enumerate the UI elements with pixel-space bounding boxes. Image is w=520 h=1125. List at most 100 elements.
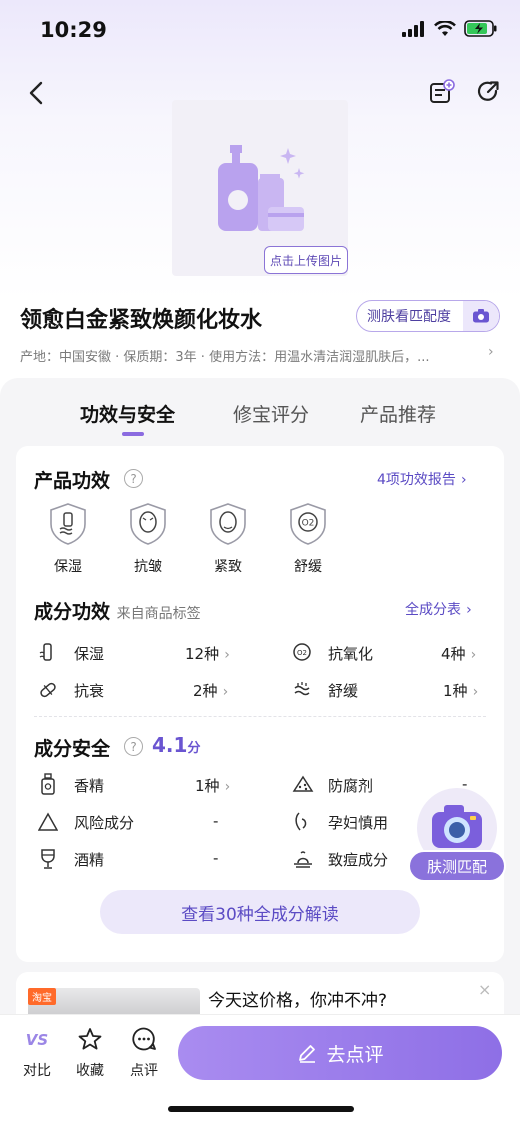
- efficacy-label: 抗皱: [134, 559, 162, 575]
- preservative-icon: [292, 775, 314, 792]
- safety-row-label: 风险成分: [74, 814, 135, 832]
- svg-text:O2: O2: [297, 649, 307, 657]
- floating-skin-test-button[interactable]: 肤测匹配: [408, 850, 506, 882]
- safety-row-value: -: [213, 812, 219, 830]
- efficacy-label: 紧致: [214, 559, 242, 575]
- product-meta[interactable]: 产地：中国安徽 · 保质期：3年 · 使用方法：用温水清洁润湿肌肤后，...: [20, 346, 429, 365]
- efficacy-title: 产品功效: [34, 470, 111, 492]
- ingredient-row-label: 抗氧化: [328, 645, 374, 663]
- star-icon: [78, 1028, 102, 1050]
- write-review-button[interactable]: 去点评: [178, 1026, 502, 1080]
- ingredient-row[interactable]: 2种 ›: [193, 680, 228, 701]
- back-button[interactable]: [22, 78, 52, 108]
- comment-icon: [132, 1027, 156, 1051]
- tab-efficacy-safety[interactable]: 功效与安全: [80, 400, 175, 427]
- acne-icon: [294, 851, 312, 868]
- ad-text[interactable]: 今天这价格，你冲不冲?: [208, 986, 387, 1011]
- chevron-right-icon: ›: [466, 602, 472, 618]
- ingredient-row-value: 2种: [193, 682, 218, 700]
- chevron-right-icon: ›: [461, 472, 467, 488]
- wifi-icon: [434, 20, 456, 36]
- ingredient-row[interactable]: 1种 ›: [443, 680, 478, 701]
- safety-row-label: 孕妇慎用: [328, 814, 389, 832]
- safety-score-unit: 分: [187, 741, 201, 756]
- safety-row-value: 1种: [195, 777, 220, 795]
- status-icons: [402, 20, 498, 37]
- full-ingredients-label: 全成分表: [405, 602, 461, 618]
- chevron-right-icon: ›: [472, 684, 479, 700]
- bottle-icon: [39, 643, 52, 661]
- signal-icon: [402, 20, 424, 37]
- svg-text:VS: VS: [26, 1031, 48, 1049]
- section-divider: [34, 716, 486, 717]
- safety-row-label: 致痘成分: [328, 851, 389, 869]
- skin-match-button[interactable]: 测肤看匹配度: [356, 300, 500, 332]
- svg-text:O2: O2: [302, 519, 315, 529]
- ingredient-row-value: 1种: [443, 682, 468, 700]
- upload-image-button[interactable]: 点击上传图片: [264, 246, 348, 274]
- wine-icon: [41, 849, 55, 869]
- efficacy-label: 舒缓: [294, 559, 322, 575]
- safety-row[interactable]: 1种 ›: [195, 775, 230, 796]
- help-icon[interactable]: ?: [124, 469, 143, 488]
- compare-button[interactable]: VS 对比: [15, 1026, 59, 1080]
- efficacy-item[interactable]: 紧致: [200, 502, 256, 576]
- comment-button[interactable]: 点评: [122, 1026, 166, 1080]
- edit-icon: [299, 1045, 316, 1063]
- favorite-button[interactable]: 收藏: [68, 1026, 112, 1080]
- ingredient-row[interactable]: 12种 ›: [185, 643, 230, 664]
- status-time: 10:29: [40, 18, 107, 42]
- o2-icon: O2: [293, 643, 311, 661]
- ingredient-row-value: 12种: [185, 645, 220, 663]
- comment-label: 点评: [130, 1063, 158, 1079]
- write-review-label: 去点评: [326, 1043, 384, 1066]
- capsule-icon: [40, 682, 56, 698]
- safety-row-label: 香精: [74, 777, 105, 795]
- safety-row-value: -: [213, 849, 219, 867]
- chevron-right-icon: ›: [224, 779, 231, 795]
- compare-label: 对比: [23, 1063, 51, 1079]
- tab-recommend[interactable]: 产品推荐: [360, 400, 436, 427]
- ingredient-row-label: 舒缓: [328, 682, 359, 700]
- chevron-left-icon: [29, 81, 43, 105]
- efficacy-report-link[interactable]: 4项功效报告 ›: [377, 469, 467, 489]
- safety-title: 成分安全: [34, 738, 111, 760]
- anti-wrinkle-icon: [130, 503, 166, 545]
- chevron-right-icon: ›: [224, 647, 230, 663]
- efficacy-item[interactable]: O2 舒缓: [280, 502, 336, 576]
- wave-icon: [294, 682, 310, 696]
- tab-indicator: [122, 432, 144, 436]
- safety-row-label: 酒精: [74, 851, 105, 869]
- efficacy-item[interactable]: 抗皱: [120, 502, 176, 576]
- warning-icon: [38, 812, 58, 831]
- full-ingredients-link[interactable]: 全成分表 ›: [405, 599, 472, 619]
- ingredient-row-value: 4种: [441, 645, 466, 663]
- help-icon[interactable]: ?: [124, 737, 143, 756]
- camera-icon: [463, 301, 499, 331]
- chevron-right-icon: ›: [222, 684, 229, 700]
- chevron-right-icon[interactable]: ›: [488, 344, 494, 360]
- ad-tag: 淘宝: [28, 988, 56, 1005]
- share-icon[interactable]: [474, 78, 502, 106]
- chevron-right-icon: ›: [470, 647, 477, 663]
- safety-score-value: 4.1: [152, 733, 188, 757]
- firming-icon: [210, 503, 246, 545]
- tab-score[interactable]: 修宝评分: [233, 400, 309, 427]
- close-icon[interactable]: ×: [478, 980, 491, 999]
- moisturize-icon: [50, 503, 86, 545]
- add-compare-icon[interactable]: [428, 78, 456, 106]
- efficacy-report-label: 4项功效报告: [377, 472, 456, 488]
- product-title: 领愈白金紧致焕颜化妆水: [20, 308, 263, 333]
- battery-icon: [464, 20, 497, 37]
- ingredient-row-label: 抗衰: [74, 682, 105, 700]
- safety-row-label: 防腐剂: [328, 777, 374, 795]
- ingredient-efficacy-note: 来自商品标签: [116, 606, 201, 622]
- soothing-icon: O2: [290, 503, 326, 545]
- skin-match-label: 测肤看匹配度: [367, 309, 451, 325]
- efficacy-item[interactable]: 保湿: [40, 502, 96, 576]
- ingredient-row[interactable]: 4种 ›: [441, 643, 476, 664]
- efficacy-label: 保湿: [54, 559, 82, 575]
- nav-actions: [428, 78, 502, 106]
- read-all-ingredients-button[interactable]: 查看30种全成分解读: [100, 890, 420, 934]
- perfume-icon: [41, 773, 55, 795]
